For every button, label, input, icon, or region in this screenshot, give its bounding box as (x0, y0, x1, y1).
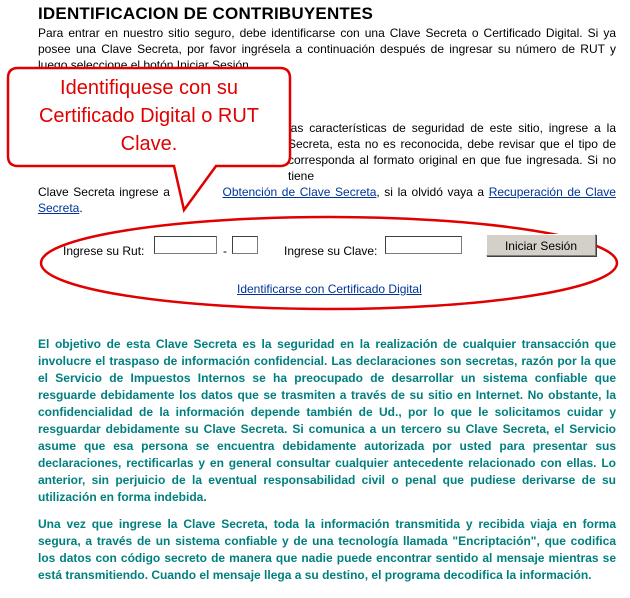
security-line4-mid: , si la olvidó vaya a (376, 185, 485, 199)
form-highlight-ellipse (39, 215, 619, 311)
certificado-digital-link[interactable]: Identificarse con Certificado Digital (237, 282, 422, 296)
info-paragraph-2: Una vez que ingrese la Clave Secreta, to… (38, 517, 616, 582)
callout-text: Identifiquese con su Certificado Digital… (38, 77, 260, 155)
dv-separator: - (223, 244, 227, 258)
page-title: IDENTIFICACION DE CONTRIBUYENTES (38, 4, 374, 23)
rut-input[interactable] (154, 236, 217, 254)
clave-label: Ingrese su Clave: (284, 244, 378, 258)
info-paragraph-1: El objetivo de esta Clave Secreta es la … (38, 337, 616, 504)
rut-label: Ingrese su Rut: (63, 244, 145, 258)
clave-input[interactable] (385, 236, 462, 254)
login-button[interactable]: Iniciar Sesión (486, 234, 596, 256)
dv-input[interactable] (232, 236, 258, 254)
